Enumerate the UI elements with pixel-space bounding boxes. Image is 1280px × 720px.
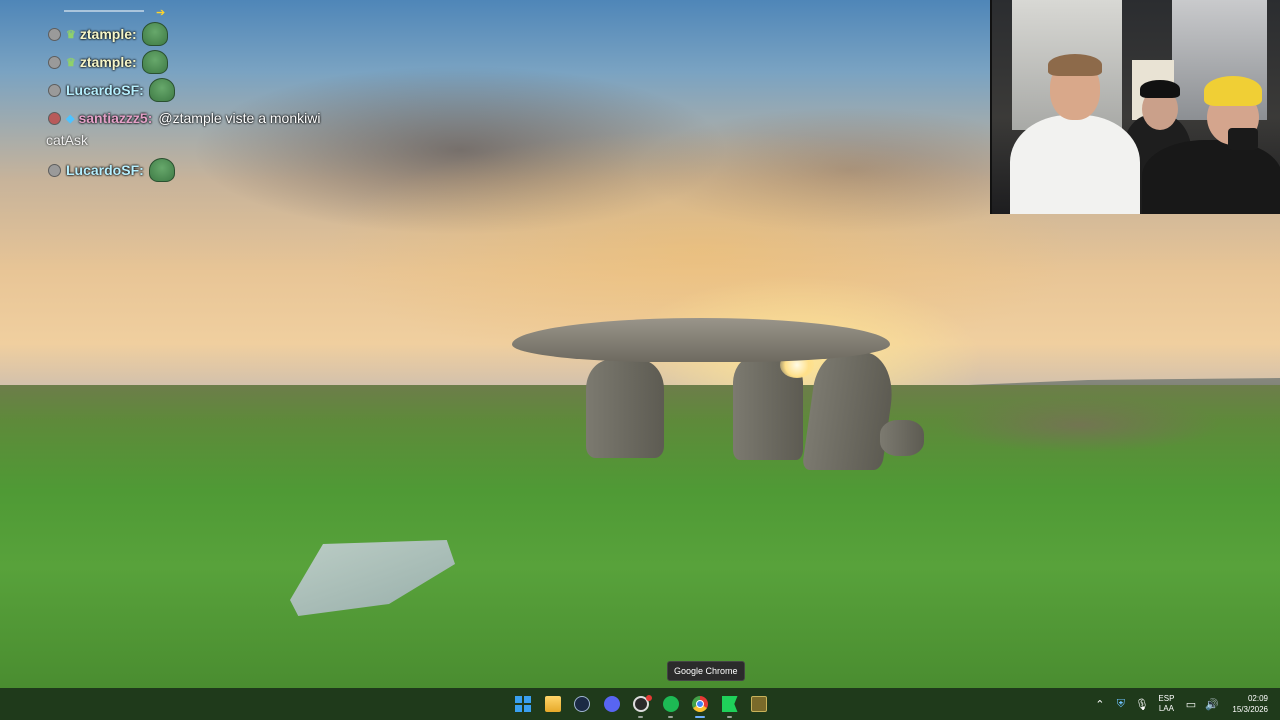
green-flag-icon [721,696,738,712]
keyboard-layout: LAA [1158,704,1174,713]
steam-icon [574,696,590,712]
spotify-icon [662,696,679,712]
start-button[interactable] [508,688,538,720]
chat-username: LucardoSF: [66,82,144,98]
file-explorer-button[interactable] [538,688,568,720]
sub-badge-icon: ♛ [66,56,76,69]
pepe-emote-icon [141,22,168,46]
running-indicator [638,716,643,718]
chat-text-continued: catAsk [46,132,89,148]
chat-message: ♛ ztample: [44,48,344,76]
small-stone [880,420,924,456]
running-indicator [726,716,732,718]
chat-message: LucardoSF: [44,156,344,184]
green-flag-app-button[interactable] [715,688,745,720]
language-indicator[interactable]: ESP LAA [1158,694,1174,714]
pepe-emote-icon [141,50,168,74]
language-code: ESP [1158,694,1175,703]
chat-header: ➔ [44,6,344,20]
start-icon [515,696,531,712]
notification-dot [646,695,652,701]
chat-username: santiazzz5: [78,110,153,126]
chat-message: LucardoSF: [44,76,344,104]
discord-button[interactable] [597,688,627,720]
clock-date: 15/3/2026 [1232,705,1268,714]
person-body [1142,140,1280,214]
discord-icon [603,696,620,712]
chat-text: @ztample viste a monkiwi [158,110,321,126]
chrome-button[interactable] [685,688,715,720]
chat-message: ♛ ztample: [44,20,344,48]
avatar-dot [48,27,61,41]
standing-stone [586,360,664,458]
chat-username: ztample: [79,26,137,42]
chat-username: ztample: [79,54,137,70]
chevron-up-icon[interactable]: ⌃ [1089,698,1110,711]
arrow-icon: ➔ [156,7,166,19]
chat-message: ◆ santiazzz5: @ztample viste a monkiwi [44,104,344,132]
obs-button[interactable] [626,688,656,720]
clock-time: 02:09 [1247,694,1268,703]
running-indicator [667,716,673,718]
volume-icon[interactable]: 🔊 [1201,698,1222,711]
dolmen-capstone [512,318,890,362]
sub-badge-icon: ♛ [66,28,76,41]
webcam-overlay [990,0,1280,214]
pepe-emote-icon [148,78,175,102]
person-hair [1048,54,1102,76]
avatar-dot [48,83,61,97]
chat-username: LucardoSF: [66,162,144,178]
avatar-dot [48,111,61,125]
network-icon[interactable]: ▭ [1180,698,1201,711]
avatar-dot [48,163,61,177]
divider [64,10,144,12]
taskbar-tooltip: Google Chrome [667,661,745,681]
file-explorer-icon [544,696,561,712]
phone [1228,128,1258,150]
running-indicator [695,716,705,718]
yellow-beanie [1204,76,1262,106]
game-icon [751,696,767,712]
steam-button[interactable] [567,688,597,720]
taskbar: ⌃ ⛨ 🎙 ESP LAA ▭ 🔊 02:09 15/3/2026 [0,688,1280,720]
clock[interactable]: 02:09 15/3/2026 [1232,693,1268,715]
diamond-badge-icon: ◆ [66,112,75,125]
spotify-button[interactable] [656,688,686,720]
chrome-icon [692,696,708,712]
taskbar-apps [508,688,774,720]
microphone-icon[interactable]: 🎙 [1131,698,1152,711]
pepe-emote-icon [148,158,175,182]
system-tray: ⌃ ⛨ 🎙 ESP LAA ▭ 🔊 02:09 15/3/2026 [1089,688,1280,720]
game-app-button[interactable] [744,688,774,720]
security-shield-icon[interactable]: ⛨ [1110,698,1131,711]
person-body [1010,115,1140,214]
avatar-dot [48,55,61,69]
stream-chat-overlay: ➔ ♛ ztample: ♛ ztample: LucardoSF: ◆ san… [44,6,344,184]
black-cap [1140,80,1180,98]
